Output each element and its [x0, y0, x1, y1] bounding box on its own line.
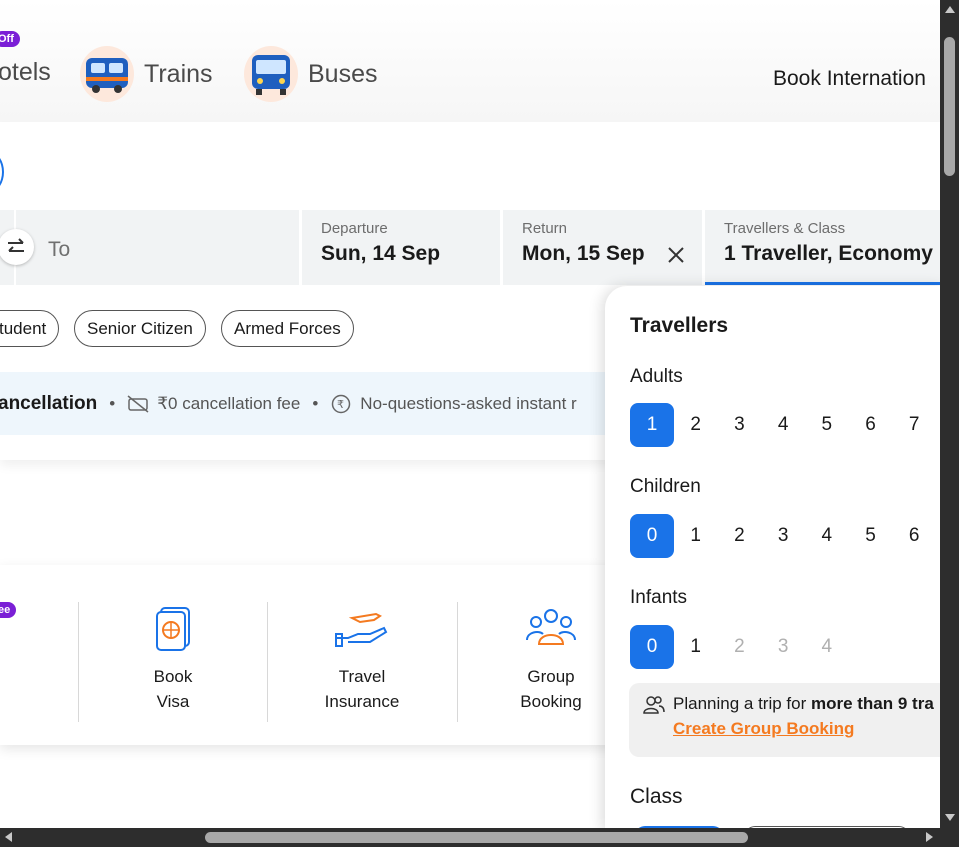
children-label: Children: [630, 476, 701, 497]
scroll-left-icon[interactable]: [5, 832, 12, 842]
cancellation-banner: ancellation • ₹0 cancellation fee • ₹ No…: [0, 372, 610, 435]
infants-option-disabled: 4: [821, 636, 833, 657]
no-fee-icon: [127, 394, 149, 413]
return-field[interactable]: Return Mon, 15 Sep: [503, 210, 702, 285]
children-option[interactable]: 4: [805, 514, 849, 558]
travellers-title: Travellers: [630, 314, 729, 337]
adults-option[interactable]: 4: [761, 403, 805, 447]
clear-return-icon[interactable]: [665, 244, 687, 266]
book-visa-line2: Visa: [156, 692, 190, 711]
to-field[interactable]: To: [0, 210, 299, 285]
children-option[interactable]: 0: [630, 514, 674, 558]
hotels-offer-badge: Off: [0, 31, 20, 47]
adults-option[interactable]: 1: [630, 403, 674, 447]
infants-label: Infants: [630, 587, 688, 608]
children-option[interactable]: 2: [717, 514, 761, 558]
group-notice-bold: more than 9 tra: [810, 694, 934, 713]
service-book-visa[interactable]: Book Visa: [79, 602, 267, 722]
nav-tab-hotels-label: otels: [0, 58, 51, 86]
separator-dot: •: [312, 393, 319, 413]
travellers-class-label: Travellers & Class: [724, 220, 846, 237]
infants-option[interactable]: 1: [674, 625, 718, 669]
services-strip: ee it d Book Visa Travel: [0, 565, 620, 745]
service-partial-line1: it: [0, 664, 78, 689]
adults-option[interactable]: 5: [805, 403, 849, 447]
instant-refund-text: No-questions-asked instant r: [360, 393, 577, 413]
class-label: Class: [630, 785, 683, 808]
service-partial[interactable]: it d: [0, 602, 78, 722]
chip-armed-forces[interactable]: Armed Forces: [221, 310, 354, 347]
refund-icon: ₹: [330, 393, 352, 415]
cancellation-title: ancellation: [0, 392, 98, 414]
vertical-scrollbar[interactable]: [940, 0, 959, 828]
children-option[interactable]: 3: [761, 514, 805, 558]
infants-option-disabled: 3: [777, 636, 789, 657]
scroll-right-icon[interactable]: [926, 832, 933, 842]
vertical-scroll-thumb[interactable]: [944, 37, 955, 176]
group-notice-prefix: Planning a trip for: [673, 694, 811, 713]
travel-insurance-line2: Insurance: [324, 692, 400, 711]
departure-value: Sun, 14 Sep: [321, 242, 441, 265]
return-value: Mon, 15 Sep: [522, 242, 645, 265]
children-option[interactable]: 1: [674, 514, 718, 558]
nav-tab-buses[interactable]: Buses: [244, 46, 377, 102]
travellers-class-field[interactable]: Travellers & Class 1 Traveller, Economy: [705, 210, 940, 285]
nav-tab-trains-label: Trains: [144, 59, 213, 88]
nav-tab-buses-label: Buses: [308, 59, 378, 88]
adults-label: Adults: [630, 366, 683, 387]
adults-option[interactable]: 7: [892, 403, 936, 447]
svg-text:₹: ₹: [337, 398, 344, 411]
group-booking-notice: Planning a trip for more than 9 tra Crea…: [629, 683, 949, 757]
horizontal-scroll-thumb[interactable]: [205, 832, 748, 843]
scroll-up-icon[interactable]: [945, 6, 955, 13]
infants-selector: 0 1 2 3 4: [630, 625, 849, 669]
swap-button[interactable]: [0, 229, 34, 265]
horizontal-scrollbar[interactable]: [0, 828, 959, 847]
service-travel-insurance[interactable]: Travel Insurance: [268, 602, 456, 722]
return-label: Return: [522, 220, 568, 237]
travellers-panel: Travellers Adults 1 2 3 4 5 6 7 Children…: [605, 286, 949, 838]
travel-insurance-line1: Travel: [338, 667, 386, 686]
top-navigation: Off otels Trains Buses Book Internation: [0, 0, 940, 122]
card-icon: [0, 602, 78, 654]
adults-option[interactable]: 2: [674, 403, 718, 447]
scrollbar-corner: [940, 828, 959, 847]
infants-option-disabled: 2: [734, 636, 745, 657]
chip-student[interactable]: tudent: [0, 310, 60, 347]
passport-icon: [79, 602, 267, 654]
train-icon: [80, 46, 134, 102]
insurance-plane-icon: [268, 602, 456, 654]
infants-option[interactable]: 0: [630, 625, 674, 669]
adults-option[interactable]: 6: [849, 403, 893, 447]
adults-selector: 1 2 3 4 5 6 7: [630, 403, 936, 447]
to-placeholder: To: [48, 238, 71, 261]
travellers-class-value: 1 Traveller, Economy: [724, 242, 933, 265]
book-visa-line1: Book: [153, 667, 193, 686]
create-group-booking-link[interactable]: Create Group Booking: [673, 719, 854, 739]
children-option[interactable]: 5: [849, 514, 893, 558]
departure-label: Departure: [321, 220, 388, 237]
children-option[interactable]: 6: [892, 514, 936, 558]
group-notice-text: Planning a trip for more than 9 tra: [673, 694, 934, 714]
chip-senior-citizen[interactable]: Senior Citizen: [74, 310, 206, 347]
nav-tab-hotels[interactable]: otels: [0, 58, 51, 87]
cancellation-fee-text: ₹0 cancellation fee: [157, 393, 301, 413]
departure-field[interactable]: Departure Sun, 14 Sep: [302, 210, 500, 285]
service-partial-line2: d: [0, 689, 78, 714]
people-icon: [643, 696, 665, 714]
book-international-link[interactable]: Book Internation: [773, 67, 926, 91]
nav-tab-trains[interactable]: Trains: [80, 46, 213, 102]
swap-icon: [8, 238, 24, 252]
bus-icon: [244, 46, 298, 102]
children-selector: 0 1 2 3 4 5 6: [630, 514, 936, 558]
adults-option[interactable]: 3: [717, 403, 761, 447]
separator-dot: •: [109, 393, 116, 413]
scroll-down-icon[interactable]: [945, 814, 955, 821]
